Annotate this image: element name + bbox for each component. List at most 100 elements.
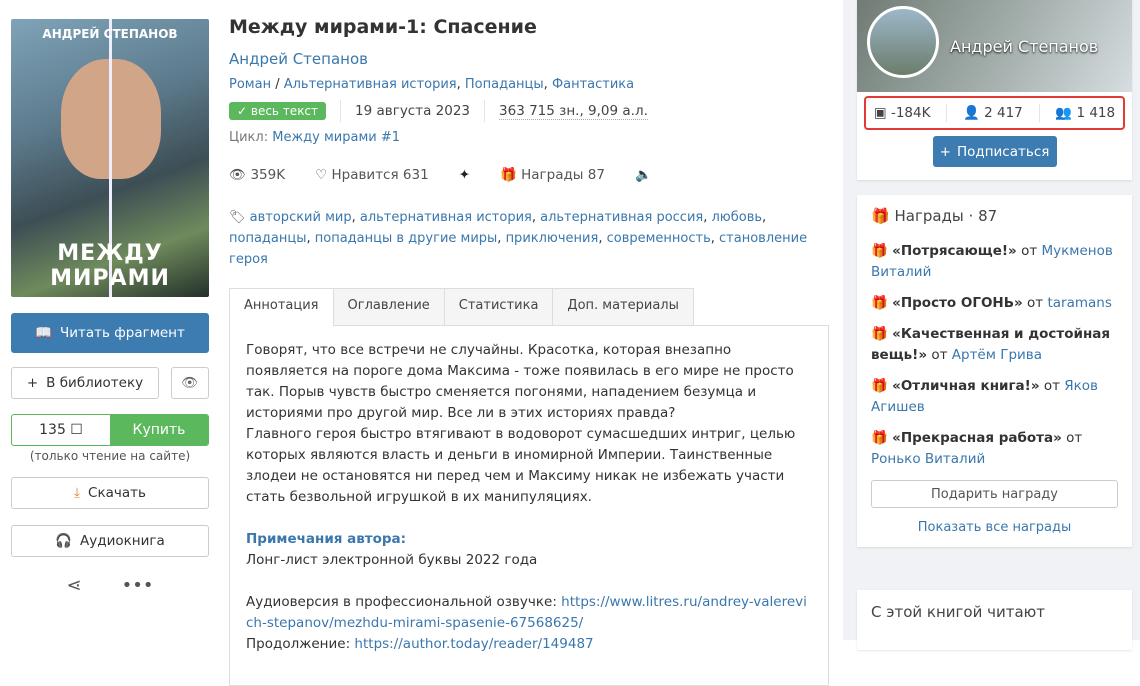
publish-date: 19 августа 2023 [355, 103, 471, 119]
share-icon[interactable]: ⋖ [67, 575, 82, 596]
author-stats: ▣ -184K 👤 2 417 👥 1 418 [864, 96, 1125, 130]
buy-note: (только чтение на сайте) [29, 449, 191, 463]
sparkle-icon[interactable]: ✦ [459, 167, 470, 183]
tag-link[interactable]: современность [607, 231, 711, 246]
tab-annotation[interactable]: Аннотация [229, 288, 334, 326]
tag-link[interactable]: альтернативная россия [540, 210, 703, 225]
tag-link[interactable]: авторский мир [250, 210, 352, 225]
more-icon[interactable]: ••• [122, 575, 154, 596]
award-user-link[interactable]: Ронько Виталий [871, 451, 985, 467]
library-label: В библиотеку [46, 375, 144, 391]
friends-stat[interactable]: 👥 1 418 [1055, 105, 1115, 121]
status-badge: ✓ весь текст [229, 102, 327, 120]
users-icon: 👥 [1055, 105, 1073, 121]
tab-contents[interactable]: Оглавление [332, 288, 445, 325]
books-stat[interactable]: ▣ -184K [874, 105, 931, 121]
buy-widget: 135 ☐ Купить [11, 414, 209, 446]
cycle-label: Цикл: [229, 130, 269, 145]
continuation-link[interactable]: https://author.today/reader/149487 [354, 636, 593, 652]
read-fragment-button[interactable]: 📖 Читать фрагмент [11, 313, 209, 353]
book-cover[interactable]: АНДРЕЙ СТЕПАНОВ МЕЖДУ МИРАМИ [11, 19, 209, 297]
likes-count: 631 [402, 167, 429, 183]
buy-button[interactable]: Купить [110, 415, 208, 445]
download-button[interactable]: ⤓ Скачать [11, 477, 209, 509]
award-item: 🎁 «Отличная книга!» от Яков Агишев [871, 376, 1118, 418]
annotation-paragraph: Главного героя быстро втягивают в водово… [246, 426, 796, 505]
annotation: Говорят, что все встречи не случайны. Кр… [229, 326, 829, 686]
awards-title: Награды [894, 207, 964, 225]
awards-card: 🎁 Награды · 87 🎁 «Потрясающе!» от Мукмен… [857, 195, 1132, 547]
award-name: «Прекрасная работа» [892, 430, 1062, 446]
tag-link[interactable]: попаданцы в другие миры [315, 231, 498, 246]
book-info: Между мирами-1: Спасение Андрей Степанов… [229, 16, 829, 686]
friends-count: 1 418 [1076, 105, 1116, 121]
cover-title: МЕЖДУ МИРАМИ [50, 241, 170, 291]
award-name: «Просто ОГОНЬ» [892, 295, 1023, 311]
author-card: Андрей Степанов ▣ -184K 👤 2 417 👥 1 418 … [857, 0, 1132, 180]
avatar[interactable] [867, 6, 939, 78]
eye-icon: 👁 [181, 375, 199, 391]
plus-icon: + [26, 375, 39, 391]
awards-stat[interactable]: 🎁 Награды 87 [500, 167, 605, 183]
audiobook-button[interactable]: 🎧 Аудиокнига [11, 525, 209, 557]
show-all-awards-link[interactable]: Показать все награды [918, 520, 1072, 535]
read-fragment-label: Читать фрагмент [59, 325, 185, 341]
note-text: Лонг-лист электронной буквы 2022 года [246, 552, 538, 568]
tag-link[interactable]: приключения [506, 231, 599, 246]
subscribers-count: 2 417 [984, 105, 1023, 121]
award-from: от [1027, 295, 1044, 311]
award-from: от [931, 347, 948, 363]
heart-icon: ♡ [315, 167, 328, 183]
award-from: от [1043, 378, 1060, 394]
tag-icon: 🏷 [229, 210, 246, 225]
subscribe-label: Подписаться [956, 143, 1050, 160]
cycle-link[interactable]: Между мирами #1 [272, 130, 400, 145]
subscribe-button[interactable]: + Подписаться [932, 136, 1057, 167]
plus-icon: + [939, 143, 951, 160]
views: 👁 359K [229, 167, 285, 183]
tab-statistics[interactable]: Статистика [443, 288, 554, 325]
eye-icon: 👁 [229, 167, 247, 183]
subscribers-stat[interactable]: 👤 2 417 [963, 105, 1023, 121]
book-icon: ▣ [873, 105, 887, 121]
headphones-icon: 🎧 [55, 533, 73, 549]
awards-count: 87 [587, 167, 605, 183]
books-count: -184K [890, 105, 931, 121]
author-banner: Андрей Степанов [857, 0, 1132, 92]
genre-link[interactable]: Фантастика [552, 77, 634, 92]
award-item: 🎁 «Прекрасная работа» от Ронько Виталий [871, 428, 1118, 470]
speaker-icon[interactable]: 🔈 [635, 167, 652, 183]
awards-count: 87 [978, 207, 998, 225]
book-size: 363 715 зн., 9,09 а.л. [499, 102, 648, 120]
award-item: 🎁 «Потрясающе!» от Мукменов Виталий [871, 241, 1118, 283]
tag-link[interactable]: любовь [712, 210, 763, 225]
award-user-link[interactable]: Артём Грива [952, 347, 1042, 363]
download-icon: ⤓ [74, 485, 81, 501]
author-name[interactable]: Андрей Степанов [950, 37, 1098, 56]
notes-title: Примечания автора: [246, 531, 407, 547]
genre-link[interactable]: Роман [229, 77, 271, 92]
genre-link[interactable]: Альтернативная история [284, 77, 457, 92]
views-count: 359K [250, 167, 286, 183]
like-button[interactable]: ♡ Нравится 631 [315, 167, 429, 183]
add-to-library-button[interactable]: + В библиотеку [11, 367, 159, 399]
left-column: АНДРЕЙ СТЕПАНОВ МЕЖДУ МИРАМИ 📖 Читать фра… [11, 19, 209, 596]
give-award-button[interactable]: Подарить награду [871, 480, 1118, 508]
eye-button[interactable]: 👁 [171, 367, 209, 399]
status-badge-label: весь текст [250, 104, 319, 118]
awards-label: Награды [521, 167, 584, 183]
gift-icon: 🎁 [871, 326, 888, 342]
readers-title: С этой книгой читают [871, 603, 1046, 621]
tab-extras[interactable]: Доп. материалы [552, 288, 694, 325]
tag-link[interactable]: попаданцы [229, 231, 307, 246]
genres: Роман / Альтернативная история, Попаданц… [229, 77, 635, 92]
award-user-link[interactable]: taramans [1047, 295, 1111, 311]
likes-label: Нравится [331, 167, 399, 183]
author-link[interactable]: Андрей Степанов [229, 50, 368, 68]
award-from: от [1021, 243, 1038, 259]
tag-link[interactable]: альтернативная история [360, 210, 532, 225]
tags: 🏷 авторский мир, альтернативная история,… [229, 210, 808, 267]
genre-link[interactable]: Попаданцы [465, 77, 544, 92]
award-item: 🎁 «Качественная и достойная вещь!» от Ар… [871, 324, 1118, 366]
annotation-paragraph: Говорят, что все встречи не случайны. Кр… [246, 342, 794, 421]
